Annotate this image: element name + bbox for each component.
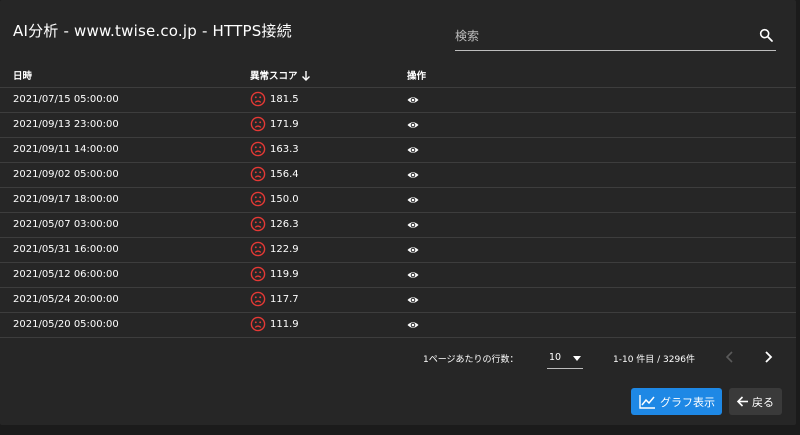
eye-icon[interactable] xyxy=(407,245,419,255)
graph-view-button[interactable]: グラフ表示 xyxy=(631,388,722,415)
eye-icon[interactable] xyxy=(407,270,419,280)
table-row: 2021/09/13 23:00:00 171.9 xyxy=(0,113,796,138)
column-header-actions: 操作 xyxy=(407,71,427,82)
eye-icon[interactable] xyxy=(407,220,419,230)
sad-face-icon xyxy=(250,91,266,107)
eye-icon[interactable] xyxy=(407,95,419,105)
line-chart-icon xyxy=(639,395,655,409)
page-range-label: 1-10 件目 / 3296件 xyxy=(613,355,695,365)
table-row: 2021/09/17 18:00:00 150.0 xyxy=(0,188,796,213)
sad-face-icon xyxy=(250,141,266,157)
dropdown-caret-icon xyxy=(573,356,581,361)
row-score-value: 156.4 xyxy=(270,168,299,180)
row-score: 117.7 xyxy=(250,291,299,307)
eye-icon[interactable] xyxy=(407,145,419,155)
table-row: 2021/05/07 03:00:00 126.3 xyxy=(0,213,796,238)
sad-face-icon xyxy=(250,166,266,182)
table-row: 2021/09/11 14:00:00 163.3 xyxy=(0,138,796,163)
search-input[interactable] xyxy=(455,26,745,46)
row-score-value: 122.9 xyxy=(270,243,299,255)
graph-view-button-label: グラフ表示 xyxy=(660,395,715,409)
column-header-datetime[interactable]: 日時 xyxy=(13,68,32,82)
table-row: 2021/05/12 06:00:00 119.9 xyxy=(0,263,796,288)
dialog-title: AI分析 - www.twise.co.jp - HTTPS接続 xyxy=(13,22,292,40)
table-row: 2021/05/31 16:00:00 122.9 xyxy=(0,238,796,263)
row-score-value: 111.9 xyxy=(270,318,299,330)
table-pagination: 1ページあたりの行数： 10 1-10 件目 / 3296件 xyxy=(0,345,796,375)
eye-icon[interactable] xyxy=(407,120,419,130)
sad-face-icon xyxy=(250,216,266,232)
search-icon[interactable] xyxy=(758,27,774,43)
dialog-actions: グラフ表示 戻る xyxy=(0,388,796,416)
row-datetime: 2021/05/07 03:00:00 xyxy=(13,219,119,230)
row-score-value: 171.9 xyxy=(270,118,299,130)
table-header: 日時 異常スコア 操作 xyxy=(0,62,796,88)
anomaly-dialog: AI分析 - www.twise.co.jp - HTTPS接続 日時 異常スコ… xyxy=(0,0,796,425)
row-score: 163.3 xyxy=(250,141,299,157)
table-row: 2021/05/24 20:00:00 117.7 xyxy=(0,288,796,313)
search-field[interactable] xyxy=(455,24,776,51)
row-score-value: 163.3 xyxy=(270,143,299,155)
rows-per-page-label: 1ページあたりの行数： xyxy=(423,355,519,365)
row-score-value: 181.5 xyxy=(270,93,299,105)
chevron-right-icon[interactable] xyxy=(760,349,776,365)
row-score-value: 150.0 xyxy=(270,193,299,205)
sad-face-icon xyxy=(250,316,266,332)
rows-per-page-value: 10 xyxy=(549,352,562,363)
row-score-value: 126.3 xyxy=(270,218,299,230)
row-datetime: 2021/05/24 20:00:00 xyxy=(13,294,119,305)
row-score: 122.9 xyxy=(250,241,299,257)
row-datetime: 2021/09/17 18:00:00 xyxy=(13,194,119,205)
eye-icon[interactable] xyxy=(407,320,419,330)
sad-face-icon xyxy=(250,266,266,282)
sad-face-icon xyxy=(250,291,266,307)
row-score: 171.9 xyxy=(250,116,299,132)
chevron-left-icon[interactable] xyxy=(722,349,738,365)
sad-face-icon xyxy=(250,116,266,132)
row-datetime: 2021/09/13 23:00:00 xyxy=(13,119,119,130)
row-datetime: 2021/05/12 06:00:00 xyxy=(13,269,119,280)
row-score-value: 119.9 xyxy=(270,268,299,280)
eye-icon[interactable] xyxy=(407,195,419,205)
row-score: 126.3 xyxy=(250,216,299,232)
sad-face-icon xyxy=(250,191,266,207)
row-datetime: 2021/05/20 05:00:00 xyxy=(13,319,119,330)
row-score: 111.9 xyxy=(250,316,299,332)
row-score: 156.4 xyxy=(250,166,299,182)
rows-per-page-select[interactable]: 10 xyxy=(547,348,583,369)
eye-icon[interactable] xyxy=(407,170,419,180)
row-score-value: 117.7 xyxy=(270,293,299,305)
eye-icon[interactable] xyxy=(407,295,419,305)
arrow-down-icon xyxy=(301,70,310,81)
table-body: 2021/07/15 05:00:00 181.5 2021/09/13 23:00… xyxy=(0,88,796,338)
row-score: 150.0 xyxy=(250,191,299,207)
row-score: 119.9 xyxy=(250,266,299,282)
anomaly-table: 日時 異常スコア 操作 2021/07/15 05:00:00 181.5 2021… xyxy=(0,62,796,338)
row-score: 181.5 xyxy=(250,91,299,107)
row-datetime: 2021/09/11 14:00:00 xyxy=(13,144,119,155)
row-datetime: 2021/05/31 16:00:00 xyxy=(13,244,119,255)
column-header-score-label: 異常スコア xyxy=(250,71,298,82)
table-row: 2021/07/15 05:00:00 181.5 xyxy=(0,88,796,113)
sad-face-icon xyxy=(250,241,266,257)
column-header-score[interactable]: 異常スコア xyxy=(250,68,311,82)
table-row: 2021/05/20 05:00:00 111.9 xyxy=(0,313,796,338)
table-row: 2021/09/02 05:00:00 156.4 xyxy=(0,163,796,188)
row-datetime: 2021/09/02 05:00:00 xyxy=(13,169,119,180)
arrow-left-icon xyxy=(736,396,748,407)
back-button-label: 戻る xyxy=(752,395,774,409)
row-datetime: 2021/07/15 05:00:00 xyxy=(13,94,119,105)
back-button[interactable]: 戻る xyxy=(729,388,782,415)
